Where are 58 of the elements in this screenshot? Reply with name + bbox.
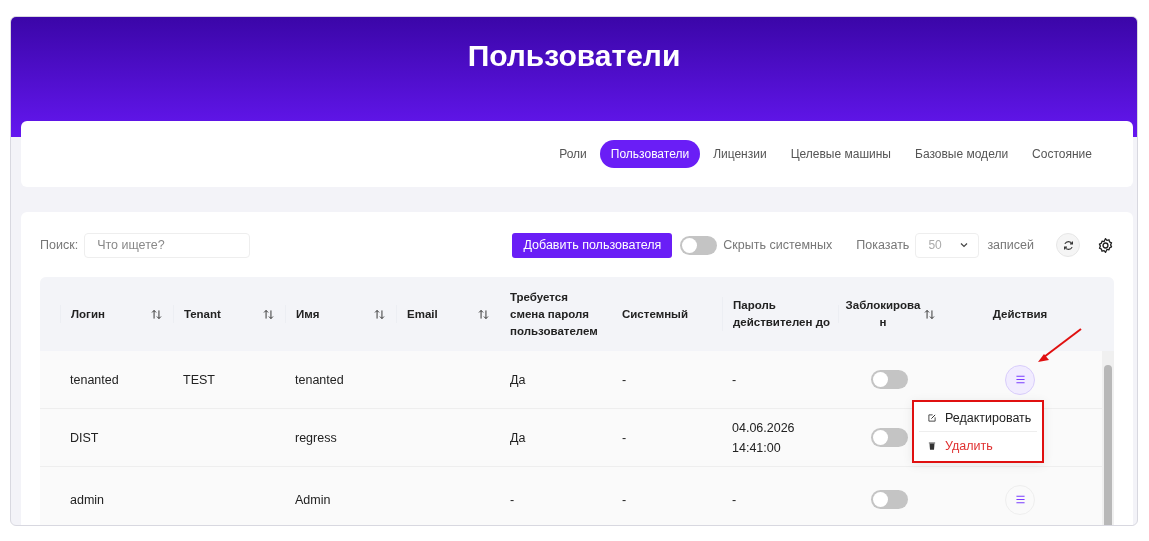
sort-icon[interactable] — [373, 307, 386, 321]
column-header: Имя — [296, 306, 320, 322]
menu-icon — [1013, 373, 1027, 386]
toggle-label: Скрыть системных — [723, 238, 833, 252]
add-user-button[interactable]: Добавить пользователя — [512, 232, 673, 258]
table-cell-text: regress — [295, 429, 337, 447]
sort-icon[interactable] — [477, 307, 490, 321]
table-cell-text: 04.06.2026 14:41:00 — [732, 419, 796, 457]
table-cell-text: TEST — [183, 371, 215, 389]
blocked-toggle[interactable] — [870, 428, 908, 447]
table-cell-text: - — [510, 491, 515, 509]
edit-icon — [927, 412, 937, 423]
blocked-toggle[interactable] — [870, 490, 908, 509]
table-cell-text: tenanted — [295, 371, 344, 389]
nav-tab[interactable]: Роли — [548, 140, 598, 168]
table-cell-text: - — [622, 491, 627, 509]
column-header: Системный — [622, 306, 688, 322]
menu-item[interactable]: Удалить — [919, 431, 1037, 459]
column-header: Требуется смена пароля пользователем — [510, 289, 599, 339]
table-cell-text: admin — [70, 491, 105, 509]
search-field[interactable]: Что ищете? — [84, 232, 251, 258]
annotation-arrow — [1038, 328, 1082, 362]
nav-tab[interactable]: Целевые машины — [779, 140, 902, 168]
refresh-icon — [1061, 238, 1075, 252]
table-cell-text: - — [732, 371, 738, 389]
column-header: Пароль действителен до — [733, 298, 831, 330]
column-header: Логин — [71, 306, 105, 322]
sort-icon[interactable] — [262, 307, 275, 321]
page-title: Пользователи — [467, 39, 681, 74]
show-label: Показать — [856, 238, 910, 252]
table-cell-text: - — [622, 429, 627, 447]
sort-icon[interactable] — [150, 307, 163, 321]
table-cell-text: Admin — [295, 491, 331, 509]
table-cell-text: Да — [510, 371, 526, 389]
column-header: Заблокирова н — [844, 298, 922, 330]
settings-icon[interactable] — [1097, 236, 1114, 254]
menu-item[interactable]: Редактировать — [919, 404, 1037, 431]
blocked-toggle[interactable] — [870, 370, 908, 389]
column-header: Действия — [992, 306, 1048, 322]
scrollbar[interactable] — [1102, 351, 1114, 525]
menu-icon — [1013, 493, 1027, 506]
nav-tab[interactable]: Состояние — [1021, 140, 1103, 168]
table-cell-text: Да — [510, 429, 526, 447]
column-header: Email — [407, 306, 438, 322]
table-cell-text: DIST — [70, 429, 99, 447]
column-header: Tenant — [184, 306, 221, 322]
nav-tab[interactable]: Лицензии — [702, 140, 778, 168]
actions-menu-button[interactable] — [1005, 364, 1035, 395]
refresh-button[interactable] — [1056, 233, 1080, 257]
records-label: записей — [987, 238, 1034, 252]
nav-tab[interactable]: Базовые модели — [904, 140, 1020, 168]
nav-tab[interactable]: Пользователи — [599, 140, 701, 168]
sort-icon[interactable] — [923, 307, 936, 321]
search-label: Поиск: — [40, 238, 79, 252]
table-cell-text: - — [622, 371, 627, 389]
table-cell-text: - — [732, 491, 738, 509]
hide-system-toggle[interactable] — [680, 235, 718, 255]
table-cell-text: tenanted — [70, 371, 119, 389]
